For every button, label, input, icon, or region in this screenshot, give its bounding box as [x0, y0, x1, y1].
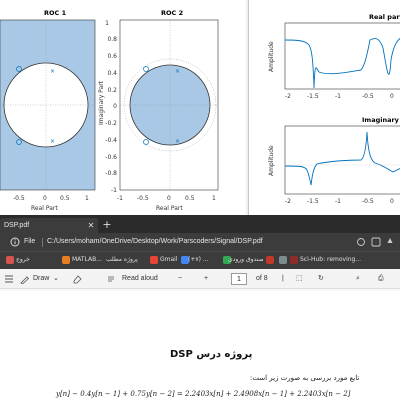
- screenshot-icon[interactable]: [371, 237, 381, 247]
- bookmark-matlab-project[interactable]: پروژه مطلب: [106, 253, 138, 267]
- freq-response-window: Real part Amplitude -2 -1.5 -1 -0.5 0 Im…: [248, 0, 400, 215]
- roc2-pole: ×: [175, 68, 180, 75]
- document-paragraph: تابع مورد بررسی به صورت زیر است:: [250, 374, 360, 382]
- roc2-ytick: 0: [113, 103, 117, 110]
- draw-icon[interactable]: [20, 274, 30, 284]
- roc2-pole: ×: [175, 138, 180, 145]
- imag-xtick: -1.5: [307, 198, 319, 205]
- roc1-pole: ×: [50, 68, 55, 75]
- roc2-ytick: 1: [105, 20, 109, 27]
- real-xtick: 0: [390, 93, 394, 100]
- address-divider: [42, 238, 43, 247]
- roc2-xtick: 1: [212, 195, 216, 202]
- matlab-figure-area: ROC 1 × × -0.5 0 0.5 1 Real Part ROC 2 ×: [0, 0, 400, 215]
- bookmark-exit[interactable]: خروج: [16, 253, 30, 267]
- search-icon[interactable]: ⌕: [356, 269, 360, 289]
- erase-icon[interactable]: [72, 274, 82, 284]
- address-toolbar-icons: [357, 237, 393, 247]
- roc2-xlabel: Real Part: [156, 205, 183, 212]
- roc-figure-window: ROC 1 × × -0.5 0 0.5 1 Real Part ROC 2 ×: [0, 0, 246, 215]
- close-tab-icon[interactable]: ✕: [86, 218, 96, 233]
- real-xtick: -0.5: [362, 93, 374, 100]
- imag-xtick: -2: [285, 198, 291, 205]
- document-equation: y[n] − 0.4y[n − 1] + 0.75y[n − 2] = 2.24…: [56, 390, 351, 398]
- bookmark-icon: [6, 256, 14, 264]
- roc2-xtick: -1: [117, 195, 123, 202]
- draw-button[interactable]: Draw: [33, 269, 49, 289]
- bookmark-matlab[interactable]: MATLAB...: [72, 253, 102, 267]
- info-icon[interactable]: [10, 237, 20, 247]
- document-title: پروژه درس DSP: [170, 349, 253, 360]
- read-aloud-icon[interactable]: [106, 274, 116, 284]
- roc1-title: ROC 1: [44, 9, 67, 17]
- imag-xtick: -0.5: [362, 198, 374, 205]
- roc2-ytick: 0.2: [107, 87, 117, 94]
- imag-xtick: 0: [390, 198, 394, 205]
- roc2-ylabel: Imaginary Part: [98, 80, 105, 125]
- scihub-icon: [290, 256, 298, 264]
- bookmark-favicon: [266, 256, 274, 264]
- real-xtick: -1.5: [307, 93, 319, 100]
- address-scheme-label: File: [24, 238, 36, 245]
- freq-response-plots: Real part Amplitude -2 -1.5 -1 -0.5 0 Im…: [268, 13, 400, 205]
- bookmark-gmail[interactable]: Gmail: [160, 253, 178, 267]
- page-number-input[interactable]: 1: [231, 273, 247, 285]
- real-plot-title: Real part: [369, 13, 400, 21]
- real-plot-axes: [284, 22, 400, 90]
- print-icon[interactable]: ⎙: [378, 269, 384, 289]
- bookmark-favicon[interactable]: [279, 256, 287, 264]
- roc2-ytick: -1: [111, 187, 117, 194]
- new-tab-button[interactable]: +: [101, 217, 113, 232]
- roc1-xtick: 0.5: [60, 195, 70, 202]
- imag-plot-ylabel: Amplitude: [268, 145, 275, 176]
- read-aloud-icon[interactable]: [357, 238, 365, 246]
- matlab-icon: [62, 256, 70, 264]
- roc1-pole: ×: [50, 138, 55, 145]
- fit-page-icon[interactable]: ⬚: [296, 269, 303, 289]
- roc2-title: ROC 2: [161, 9, 183, 17]
- pdf-page: [0, 291, 400, 400]
- imag-xtick: -1: [335, 198, 341, 205]
- roc2-ytick: -0.8: [105, 170, 117, 177]
- gmail-icon: [150, 256, 158, 264]
- roc2-ytick: 0.4: [107, 70, 117, 77]
- zoom-out-icon[interactable]: −: [178, 269, 182, 289]
- address-url[interactable]: C:/Users/moham/OneDrive/Desktop/Work/Par…: [47, 234, 263, 250]
- roc1-xtick: -0.5: [13, 195, 25, 202]
- page-count: of 8: [256, 275, 268, 282]
- roc1-xtick: 1: [85, 195, 89, 202]
- real-xtick: -2: [285, 93, 291, 100]
- roc1-xlabel: Real Part: [31, 205, 58, 212]
- roc2-xtick: 0.5: [185, 195, 195, 202]
- browser-window: DSP.pdf ✕ + File C:/Users/moham/OneDrive…: [0, 215, 400, 400]
- bookmark-inbox[interactable]: صندوق ورودی: [228, 253, 264, 267]
- tab-dsp-pdf[interactable]: DSP.pdf: [0, 218, 98, 233]
- roc2-ytick: -0.4: [105, 137, 117, 144]
- read-aloud-button[interactable]: Read aloud: [122, 269, 158, 289]
- pdf-toolbar: [0, 269, 400, 289]
- tab-title: DSP.pdf: [4, 222, 30, 229]
- real-xtick: -1: [335, 93, 341, 100]
- divider: |: [282, 275, 284, 282]
- roc2-ytick: -0.2: [105, 120, 117, 127]
- contents-icon[interactable]: [4, 274, 14, 284]
- roc-plots: ROC 1 × × -0.5 0 0.5 1 Real Part ROC 2 ×: [0, 9, 219, 212]
- roc2-xtick: -0.5: [137, 195, 149, 202]
- zoom-in-icon[interactable]: +: [204, 269, 208, 289]
- roc2-ytick: 0.8: [107, 36, 117, 43]
- favorite-icon[interactable]: [387, 238, 393, 243]
- draw-dropdown-chevron-icon[interactable]: ⌄: [53, 269, 59, 289]
- real-plot-ylabel: Amplitude: [268, 41, 275, 72]
- roc2-ytick: 0.6: [107, 53, 117, 60]
- roc1-xtick: 0: [43, 195, 47, 202]
- roc2-ytick: -0.6: [105, 154, 117, 161]
- rotate-icon[interactable]: ↻: [318, 269, 324, 289]
- bookmark-mail-count[interactable]: (+۷) ...: [188, 253, 209, 267]
- roc2-xtick: 0: [167, 195, 171, 202]
- imag-plot-axes: [284, 125, 400, 195]
- imag-plot-title: Imaginary part: [362, 116, 400, 124]
- bookmark-scihub[interactable]: Sci-Hub: removing...: [300, 253, 361, 267]
